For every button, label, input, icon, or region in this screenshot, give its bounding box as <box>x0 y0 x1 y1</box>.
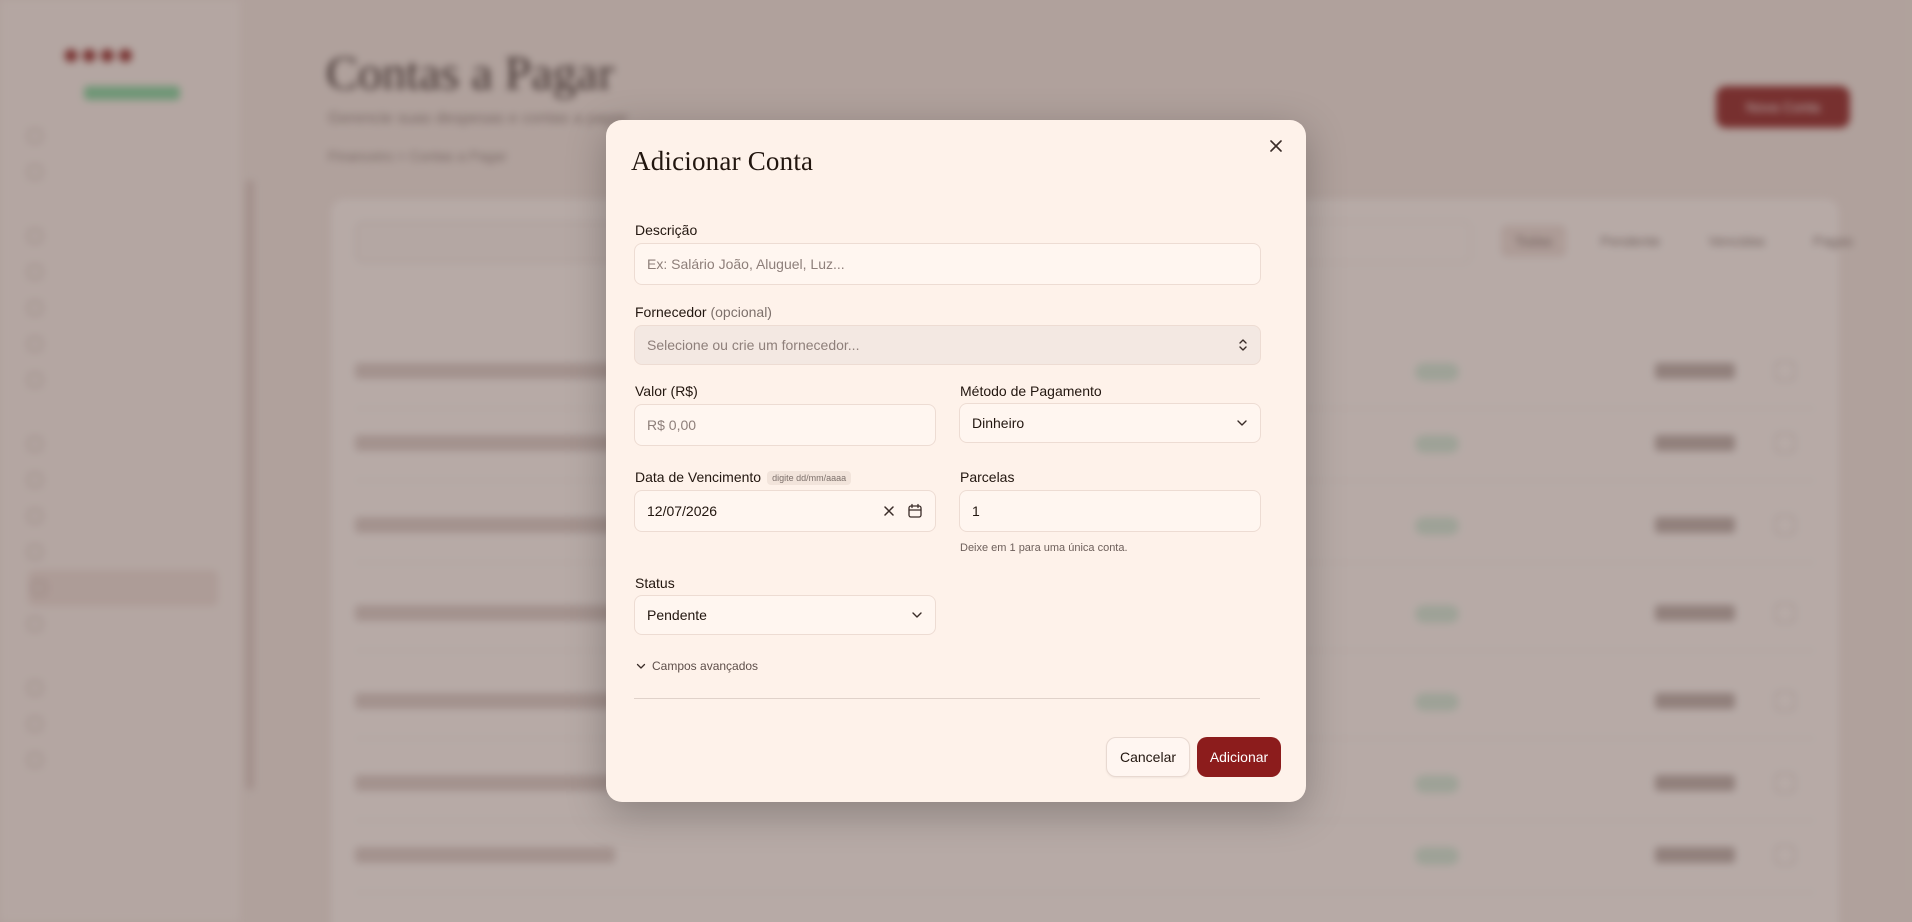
description-label: Descrição <box>635 222 698 238</box>
date-format-hint: digite dd/mm/aaaa <box>767 471 852 486</box>
status-select[interactable]: Pendente <box>634 595 936 635</box>
amount-label: Valor (R$) <box>635 383 698 399</box>
description-input[interactable]: Ex: Salário João, Aluguel, Luz... <box>634 243 1261 285</box>
status-label: Status <box>635 575 675 591</box>
amount-input[interactable]: R$ 0,00 <box>634 404 936 446</box>
dialog-title: Adicionar Conta <box>631 146 814 176</box>
add-button[interactable]: Adicionar <box>1197 737 1281 777</box>
calendar-icon[interactable] <box>907 503 923 519</box>
add-account-dialog: Adicionar Conta Descrição Ex: Salário Jo… <box>606 120 1306 802</box>
close-button[interactable] <box>1264 134 1288 158</box>
due-date-label: Data de Vencimento digite dd/mm/aaaa <box>635 469 852 486</box>
payment-method-value: Dinheiro <box>972 415 1025 431</box>
installments-input[interactable]: 1 <box>959 490 1261 532</box>
due-date-label-text: Data de Vencimento <box>635 469 762 485</box>
payment-method-select[interactable]: Dinheiro <box>959 403 1261 443</box>
supplier-label: Fornecedor (opcional) <box>635 304 772 320</box>
cancel-button[interactable]: Cancelar <box>1106 737 1190 777</box>
advanced-fields-toggle[interactable]: Campos avançados <box>636 659 758 673</box>
optional-tag: (opcional) <box>710 304 772 320</box>
status-value: Pendente <box>647 607 707 623</box>
chevron-down-icon <box>1236 419 1248 427</box>
due-date-value: 12/07/2026 <box>647 503 718 519</box>
chevron-down-icon <box>911 611 923 619</box>
x-icon[interactable] <box>883 505 895 517</box>
payment-method-label: Método de Pagamento <box>960 383 1102 399</box>
divider <box>634 698 1260 699</box>
installments-label: Parcelas <box>960 469 1015 485</box>
chevron-down-icon <box>636 663 646 669</box>
due-date-input[interactable]: 12/07/2026 <box>634 490 936 532</box>
supplier-select[interactable]: Selecione ou crie um fornecedor... <box>634 325 1261 365</box>
installments-note: Deixe em 1 para uma única conta. <box>960 542 1128 554</box>
supplier-placeholder: Selecione ou crie um fornecedor... <box>647 337 860 353</box>
chevrons-up-down-icon <box>1238 338 1248 352</box>
close-icon <box>1270 140 1282 152</box>
advanced-fields-label: Campos avançados <box>652 659 759 673</box>
supplier-label-text: Fornecedor <box>635 304 707 320</box>
